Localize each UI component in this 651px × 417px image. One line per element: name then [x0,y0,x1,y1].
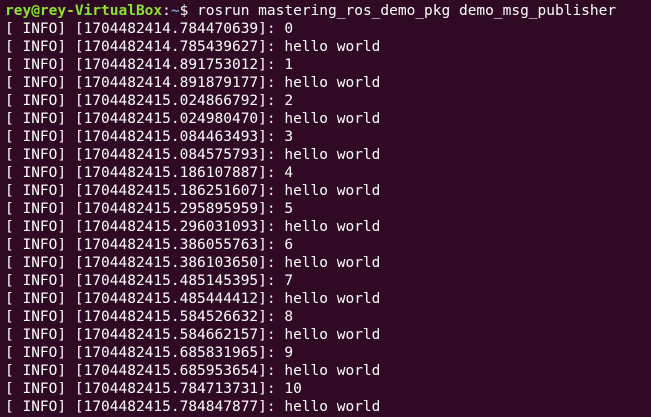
log-line: [ INFO] [1704482415.485145395]: 7 [5,273,294,289]
log-line: [ INFO] [1704482415.485444412]: hello wo… [5,291,381,307]
log-line: [ INFO] [1704482415.784713731]: 10 [5,381,302,397]
prompt-user-host: rey@rey-VirtualBox [5,3,163,19]
log-line: [ INFO] [1704482414.785439627]: hello wo… [5,39,381,55]
log-line: [ INFO] [1704482415.584526632]: 8 [5,309,294,325]
log-line: [ INFO] [1704482414.891753012]: 1 [5,57,294,73]
log-line: [ INFO] [1704482415.084463493]: 3 [5,129,294,145]
log-line: [ INFO] [1704482415.295895959]: 5 [5,201,294,217]
log-line: [ INFO] [1704482415.386055763]: 6 [5,237,294,253]
log-line: [ INFO] [1704482415.685953654]: hello wo… [5,363,381,379]
log-line: [ INFO] [1704482414.891879177]: hello wo… [5,75,381,91]
prompt-separator: : [162,3,171,19]
terminal-window[interactable]: rey@rey-VirtualBox:~$ rosrun mastering_r… [0,0,651,417]
log-line: [ INFO] [1704482415.296031093]: hello wo… [5,219,381,235]
command-prompt-line: rey@rey-VirtualBox:~$ rosrun mastering_r… [5,2,616,20]
log-line: [ INFO] [1704482415.784847877]: hello wo… [5,399,381,415]
log-line: [ INFO] [1704482414.784470639]: 0 [5,21,294,37]
log-line: [ INFO] [1704482415.024866792]: 2 [5,93,294,109]
prompt-symbol: $ [179,3,198,19]
log-line: [ INFO] [1704482415.186107887]: 4 [5,165,294,181]
log-line: [ INFO] [1704482415.386103650]: hello wo… [5,255,381,271]
log-line: [ INFO] [1704482415.186251607]: hello wo… [5,183,381,199]
prompt-cwd: ~ [170,3,180,19]
log-line: [ INFO] [1704482415.584662157]: hello wo… [5,327,381,343]
log-line: [ INFO] [1704482415.685831965]: 9 [5,345,294,361]
log-line: [ INFO] [1704482415.084575793]: hello wo… [5,147,381,163]
command-text: rosrun mastering_ros_demo_pkg demo_msg_p… [197,3,617,19]
log-line: [ INFO] [1704482415.024980470]: hello wo… [5,111,381,127]
